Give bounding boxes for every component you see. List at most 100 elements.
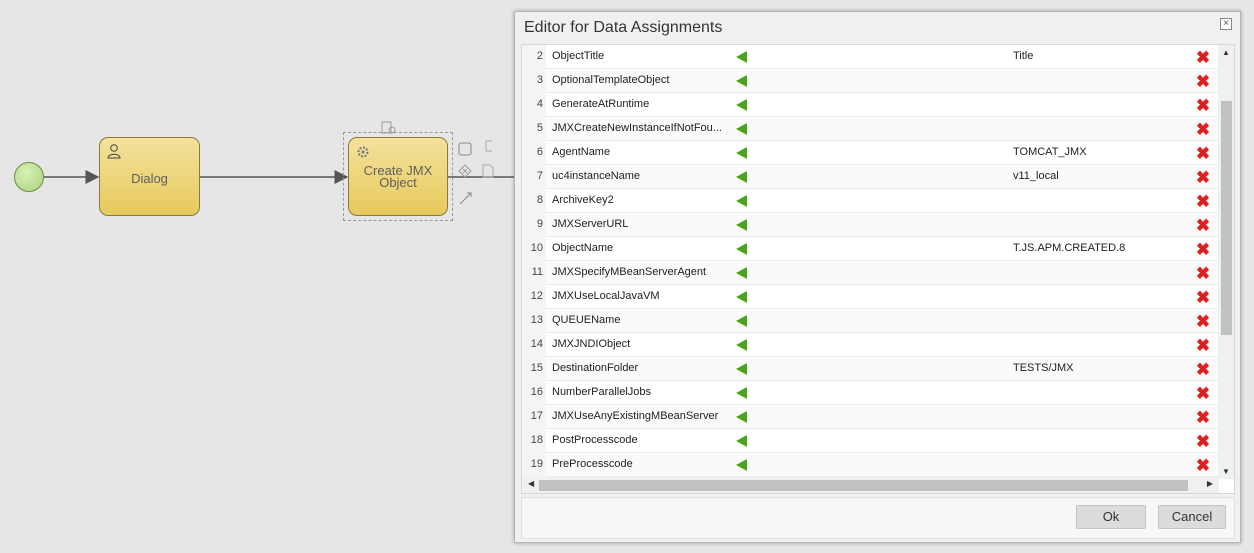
table-row[interactable]: 9 JMXServerURL ✖ [522,213,1219,237]
assigned-value[interactable] [1013,429,1183,453]
parameter-name: ObjectTitle [552,50,605,62]
dialog-footer: Ok Cancel [521,497,1235,539]
delete-icon[interactable]: ✖ [1195,333,1211,357]
assign-arrow-icon [736,309,752,333]
palette-annotation-icon[interactable] [484,140,494,155]
assigned-value[interactable] [1013,285,1183,309]
assigned-value[interactable] [1013,213,1183,237]
delete-icon[interactable]: ✖ [1195,189,1211,213]
assigned-value[interactable]: v11_local [1013,165,1183,189]
start-event[interactable] [14,162,44,192]
parameter-name: JMXJNDIObject [552,338,631,350]
assigned-value[interactable]: T.JS.APM.CREATED.8 [1013,237,1183,261]
table-row[interactable]: 6 AgentName TOMCAT_JMX ✖ [522,141,1219,165]
row-number: 11 [522,261,546,285]
table-row[interactable]: 3 OptionalTemplateObject ✖ [522,69,1219,93]
cancel-button[interactable]: Cancel [1158,505,1226,529]
scroll-right-icon[interactable]: ▶ [1207,479,1213,488]
row-number: 3 [522,69,546,93]
table-row[interactable]: 10 ObjectName T.JS.APM.CREATED.8 ✖ [522,237,1219,261]
delete-icon[interactable]: ✖ [1195,93,1211,117]
delete-icon[interactable]: ✖ [1195,45,1211,69]
table-row[interactable]: 5 JMXCreateNewInstanceIfNotFou... ✖ [522,117,1219,141]
assign-arrow-icon [736,189,752,213]
parameter-name: ArchiveKey2 [552,194,614,206]
table-row[interactable]: 12 JMXUseLocalJavaVM ✖ [522,285,1219,309]
table-row[interactable]: 13 QUEUEName ✖ [522,309,1219,333]
table-row[interactable]: 7 uc4instanceName v11_local ✖ [522,165,1219,189]
palette-gateway-icon[interactable] [458,164,472,181]
assigned-value[interactable] [1013,381,1183,405]
assigned-value[interactable]: TESTS/JMX [1013,357,1183,381]
assigned-value[interactable] [1013,333,1183,357]
delete-icon[interactable]: ✖ [1195,285,1211,309]
assigned-value[interactable] [1013,117,1183,141]
parameter-name: JMXSpecifyMBeanServerAgent [552,266,707,278]
ok-button[interactable]: Ok [1076,505,1146,529]
assigned-value[interactable]: Title [1013,45,1183,69]
delete-icon[interactable]: ✖ [1195,141,1211,165]
table-row[interactable]: 14 JMXJNDIObject ✖ [522,333,1219,357]
assigned-value[interactable] [1013,69,1183,93]
delete-icon[interactable]: ✖ [1195,309,1211,333]
parameter-name: GenerateAtRuntime [552,98,650,110]
assign-arrow-icon [736,285,752,309]
horizontal-scrollbar[interactable]: ◀ ▶ [522,477,1219,493]
table-row[interactable]: 19 PreProcesscode ✖ [522,453,1219,477]
palette-document-icon[interactable] [482,164,494,181]
parameter-name: JMXUseLocalJavaVM [552,290,660,302]
table-row[interactable]: 16 NumberParallelJobs ✖ [522,381,1219,405]
row-number: 13 [522,309,546,333]
horizontal-scroll-thumb[interactable] [539,480,1188,491]
parameter-name: JMXServerURL [552,218,629,230]
assigned-value[interactable]: TOMCAT_JMX [1013,141,1183,165]
parameter-name: NumberParallelJobs [552,386,652,398]
task-dialog-label: Dialog [131,171,168,186]
delete-icon[interactable]: ✖ [1195,261,1211,285]
delete-icon[interactable]: ✖ [1195,429,1211,453]
delete-icon[interactable]: ✖ [1195,381,1211,405]
delete-icon[interactable]: ✖ [1195,213,1211,237]
parameter-name: JMXUseAnyExistingMBeanServer [552,410,719,422]
table-row[interactable]: 17 JMXUseAnyExistingMBeanServer ✖ [522,405,1219,429]
dialog-title: Editor for Data Assignments [524,19,723,36]
parameter-name: QUEUEName [552,314,621,326]
row-number: 6 [522,141,546,165]
delete-icon[interactable]: ✖ [1195,117,1211,141]
user-icon [106,143,122,159]
assigned-value[interactable] [1013,261,1183,285]
row-number: 16 [522,381,546,405]
table-row[interactable]: 18 PostProcesscode ✖ [522,429,1219,453]
row-number: 15 [522,357,546,381]
vertical-scroll-thumb[interactable] [1221,101,1232,335]
assigned-value[interactable] [1013,453,1183,477]
grid-rows: 2 ObjectTitle Title ✖ 3 OptionalTemplateObjec… [522,45,1219,477]
assigned-value[interactable] [1013,189,1183,213]
parameter-name: DestinationFolder [552,362,639,374]
delete-icon[interactable]: ✖ [1195,69,1211,93]
scroll-left-icon[interactable]: ◀ [528,479,534,488]
scroll-down-icon[interactable]: ▼ [1222,467,1230,476]
table-row[interactable]: 11 JMXSpecifyMBeanServerAgent ✖ [522,261,1219,285]
assigned-value[interactable] [1013,93,1183,117]
delete-icon[interactable]: ✖ [1195,405,1211,429]
delete-icon[interactable]: ✖ [1195,237,1211,261]
row-number: 5 [522,117,546,141]
table-row[interactable]: 4 GenerateAtRuntime ✖ [522,93,1219,117]
palette-connector-icon[interactable] [458,190,474,209]
delete-icon[interactable]: ✖ [1195,165,1211,189]
table-row[interactable]: 8 ArchiveKey2 ✖ [522,189,1219,213]
delete-icon[interactable]: ✖ [1195,453,1211,477]
table-row[interactable]: 15 DestinationFolder TESTS/JMX ✖ [522,357,1219,381]
assigned-value[interactable] [1013,309,1183,333]
assign-arrow-icon [736,93,752,117]
delete-icon[interactable]: ✖ [1195,357,1211,381]
row-number: 9 [522,213,546,237]
vertical-scrollbar[interactable]: ▲ ▼ [1218,45,1234,479]
table-row[interactable]: 2 ObjectTitle Title ✖ [522,45,1219,69]
palette-task-icon[interactable] [458,142,472,159]
palette-append-icon[interactable] [381,121,397,138]
close-icon[interactable]: × [1220,18,1232,30]
scroll-up-icon[interactable]: ▲ [1222,48,1230,57]
assigned-value[interactable] [1013,405,1183,429]
